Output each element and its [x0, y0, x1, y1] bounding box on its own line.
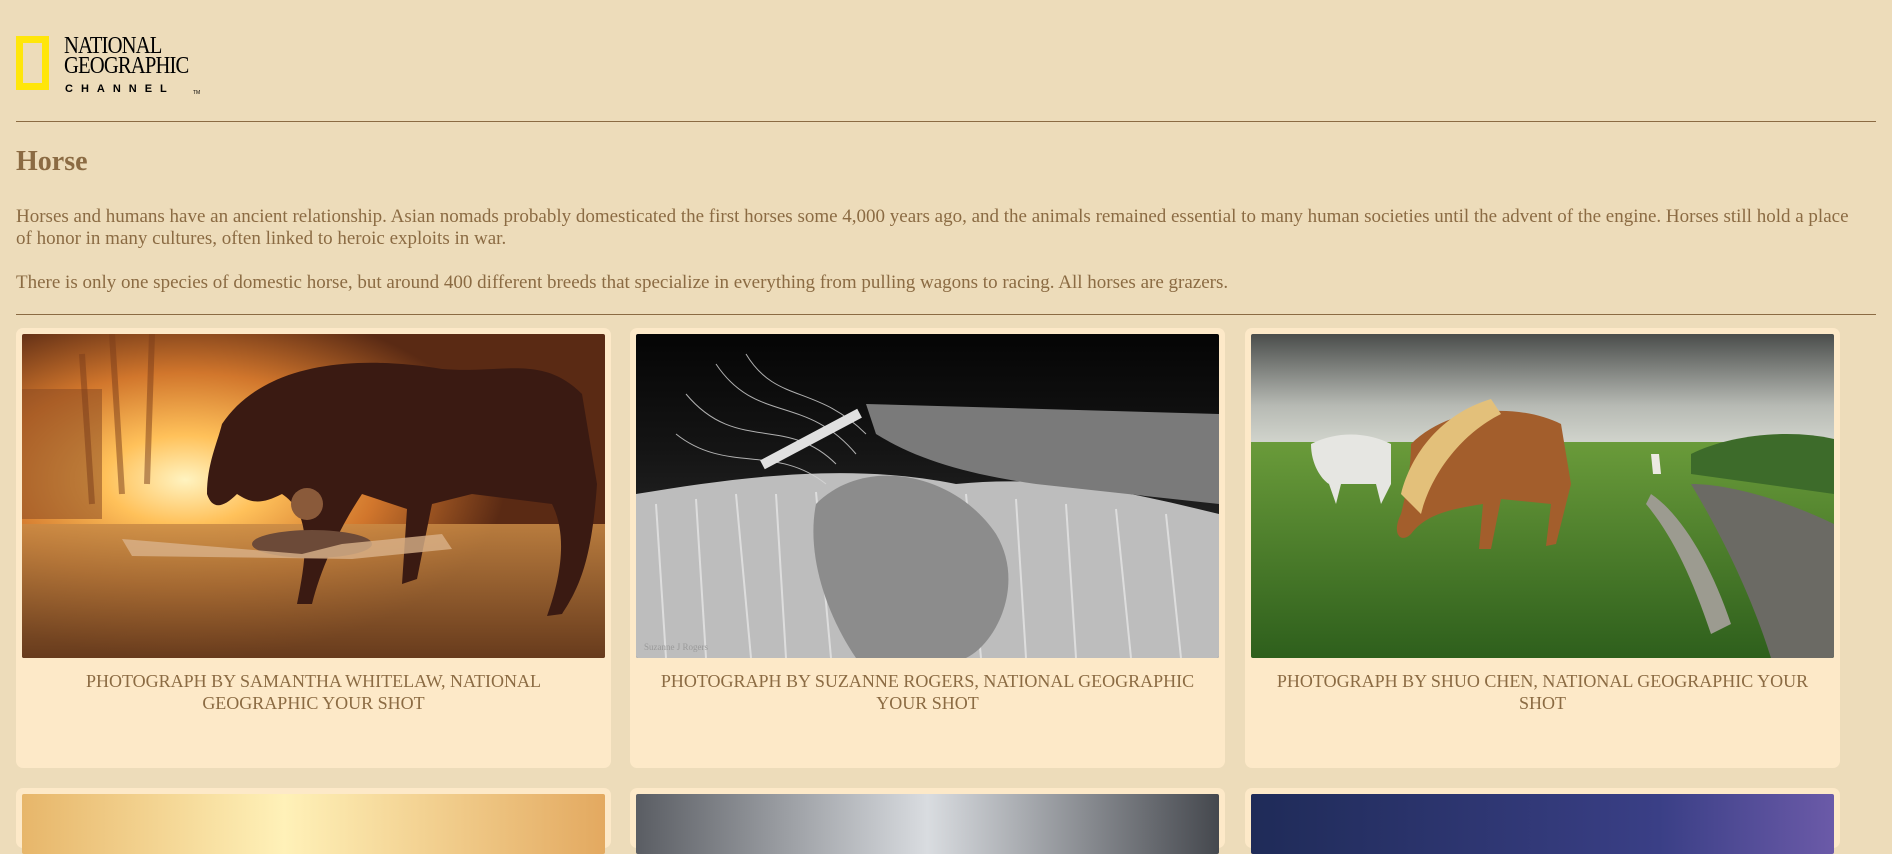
gallery-card[interactable]: [630, 788, 1225, 854]
horse-sunset-photo[interactable]: [22, 334, 605, 658]
intro-paragraph-2: There is only one species of domestic ho…: [16, 272, 1229, 293]
photo-watermark: Suzanne J Rogers: [644, 642, 708, 652]
logo-trademark: TM: [193, 90, 201, 96]
national-geographic-channel-logo[interactable]: NATIONAL GEOGRAPHIC CHANNEL TM: [16, 34, 206, 102]
photo-caption: PHOTOGRAPH BY SHUO CHEN, NATIONAL GEOGRA…: [1276, 671, 1809, 713]
gallery-card[interactable]: PHOTOGRAPH BY SAMANTHA WHITELAW, NATIONA…: [16, 328, 611, 768]
logo-text-geographic: GEOGRAPHIC: [64, 53, 189, 79]
page: NATIONAL GEOGRAPHIC CHANNEL TM Horse Hor…: [0, 0, 1892, 854]
gallery-card[interactable]: [16, 788, 611, 854]
page-title: Horse: [16, 146, 88, 177]
mane-braiding-photo[interactable]: Suzanne J Rogers: [636, 334, 1219, 658]
gallery-card[interactable]: Suzanne J Rogers PHOTOGRAPH BY SUZANNE R…: [630, 328, 1225, 768]
photo-caption: PHOTOGRAPH BY SUZANNE ROGERS, NATIONAL G…: [660, 671, 1195, 713]
gallery-photo[interactable]: [1251, 794, 1834, 854]
gallery-photo[interactable]: [22, 794, 605, 854]
content-divider: [16, 314, 1876, 315]
logo-text-channel: CHANNEL: [65, 83, 175, 95]
ponies-grazing-photo[interactable]: [1251, 334, 1834, 658]
gallery-card[interactable]: [1245, 788, 1840, 854]
yellow-frame-icon: [16, 36, 49, 90]
gallery-card[interactable]: PHOTOGRAPH BY SHUO CHEN, NATIONAL GEOGRA…: [1245, 328, 1840, 768]
gallery-photo[interactable]: [636, 794, 1219, 854]
header-divider: [16, 121, 1876, 122]
intro-paragraph-1: Horses and humans have an ancient relati…: [16, 206, 1849, 249]
photo-caption: PHOTOGRAPH BY SAMANTHA WHITELAW, NATIONA…: [85, 671, 542, 713]
